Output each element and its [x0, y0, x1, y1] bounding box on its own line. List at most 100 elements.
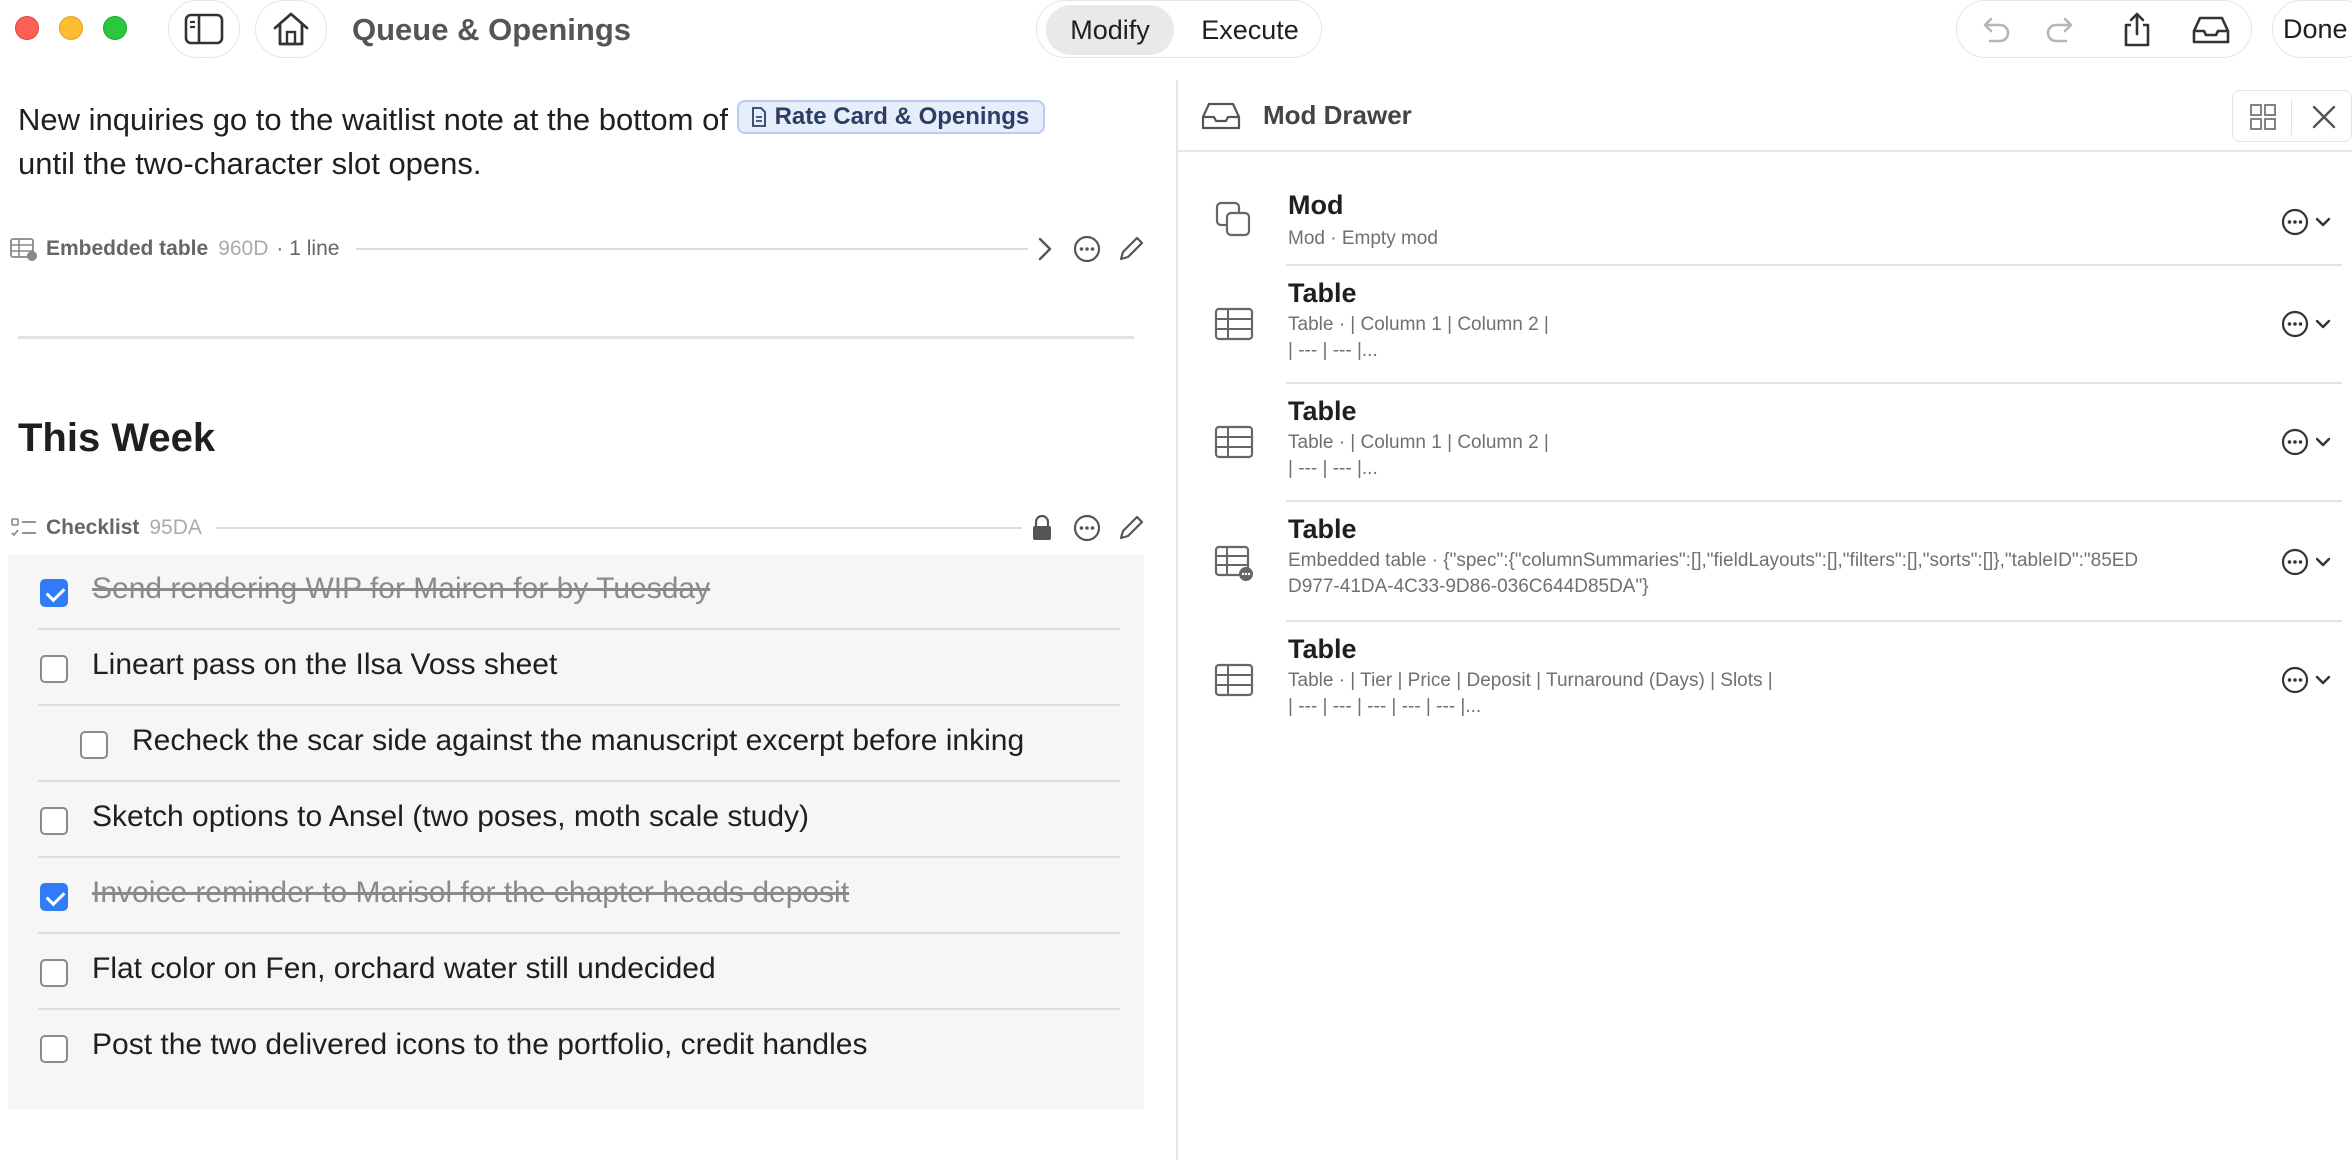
checklist-item: Recheck the scar side against the manusc…	[8, 706, 1144, 782]
drawer-item-menu-button[interactable]	[2280, 662, 2340, 698]
drawer-item-menu-button[interactable]	[2280, 544, 2340, 580]
lock-icon[interactable]	[1030, 513, 1054, 543]
checklist-item: Flat color on Fen, orchard water still u…	[8, 934, 1144, 1010]
tab-execute[interactable]: Execute	[1186, 5, 1314, 55]
undo-button[interactable]	[1973, 10, 2013, 50]
table-icon	[1214, 425, 1254, 459]
drawer-item-name: Mod	[1288, 190, 1344, 220]
drawer-item-desc: Table · | Tier | Price | Deposit | Turna…	[1288, 670, 1773, 717]
note-link-rate-card[interactable]: Rate Card & Openings	[736, 100, 1046, 134]
checklist-block-header: Checklist 95DA	[10, 510, 1160, 546]
tray-icon	[1201, 102, 1241, 130]
home-button[interactable]	[255, 0, 327, 58]
inbox-tray-button[interactable]	[2191, 10, 2231, 50]
drawer-item-menu-button[interactable]	[2280, 424, 2340, 460]
drawer-item-embedded-table[interactable]: Table Embedded table · {"spec":{"columnS…	[1178, 502, 2352, 622]
sidebar-toggle-button[interactable]	[168, 0, 240, 58]
checklist-item-text[interactable]: Flat color on Fen, orchard water still u…	[92, 952, 716, 986]
checklist-item-text[interactable]: Post the two delivered icons to the port…	[92, 1028, 867, 1062]
drawer-item-name: Table	[1288, 396, 1357, 426]
drawer-item-desc: Table · | Column 1 | Column 2 | | --- | …	[1288, 432, 1549, 479]
tab-modify[interactable]: Modify	[1046, 5, 1174, 55]
redo-button[interactable]	[2043, 10, 2083, 50]
checkbox[interactable]	[40, 959, 68, 987]
copy-icon	[1215, 201, 1251, 237]
table-icon	[1214, 307, 1254, 341]
checklist-item: Sketch options to Ansel (two poses, moth…	[8, 782, 1144, 858]
drawer-item-table[interactable]: Table Table · | Column 1 | Column 2 | | …	[1178, 384, 2352, 502]
sidebar-icon	[184, 13, 224, 45]
title-bar: Queue & Openings Modify Execute Done	[0, 0, 2352, 58]
share-icon	[2124, 12, 2150, 47]
drawer-header-buttons	[2232, 90, 2352, 142]
share-button[interactable]	[2117, 10, 2157, 50]
chevron-right-icon[interactable]	[1034, 235, 1056, 263]
checkbox[interactable]	[80, 731, 108, 759]
ellipsis-circle-icon	[2281, 208, 2309, 236]
checklist-item: Invoice reminder to Marisol for the chap…	[8, 858, 1144, 934]
checklist-item-text[interactable]: Sketch options to Ansel (two poses, moth…	[92, 800, 809, 834]
mod-drawer: Mod Drawer Mod Mod · Empty mod Table Tab…	[1178, 80, 2352, 1160]
drawer-item-desc: Table · | Column 1 | Column 2 | | --- | …	[1288, 314, 1549, 361]
drawer-item-mod[interactable]: Mod Mod · Empty mod	[1178, 180, 2352, 266]
drawer-item-table[interactable]: Table Table · | Tier | Price | Deposit |…	[1178, 622, 2352, 740]
redo-icon	[2046, 17, 2073, 43]
grid-icon[interactable]	[2249, 103, 2277, 131]
ellipsis-circle-icon	[2281, 548, 2309, 576]
document-icon	[751, 107, 766, 127]
checklist-item-text[interactable]: Recheck the scar side against the manusc…	[132, 724, 1024, 758]
section-heading: This Week	[18, 416, 216, 460]
note-link-label: Rate Card & Openings	[774, 103, 1030, 130]
block-rule	[216, 527, 1022, 529]
checkbox[interactable]	[40, 807, 68, 835]
close-window-button[interactable]	[15, 16, 39, 40]
block-id: 95DA	[149, 516, 202, 539]
home-icon	[273, 12, 309, 46]
checklist: Send rendering WIP for Mairen for by Tue…	[8, 554, 1144, 1110]
block-meta: · 1 line	[276, 237, 340, 260]
ellipsis-circle-icon	[2281, 428, 2309, 456]
checklist-item-text[interactable]: Send rendering WIP for Mairen for by Tue…	[92, 572, 710, 606]
minimize-window-button[interactable]	[59, 16, 83, 40]
window-title: Queue & Openings	[352, 12, 632, 47]
chevron-down-icon	[2315, 675, 2331, 685]
embedded-table-icon	[1214, 545, 1253, 581]
undo-icon	[1983, 17, 2010, 43]
checklist-item-text[interactable]: Lineart pass on the Ilsa Voss sheet	[92, 648, 557, 682]
zoom-window-button[interactable]	[103, 16, 127, 40]
embedded-table-block-header: Embedded table 960D · 1 line	[10, 231, 1160, 267]
checkbox[interactable]	[40, 1035, 68, 1063]
drawer-title: Mod Drawer	[1263, 100, 1412, 130]
chevron-down-icon	[2315, 217, 2331, 227]
note-paragraph: New inquiries go to the waitlist note at…	[18, 98, 1158, 186]
toolbar-actions	[1956, 0, 2252, 58]
drawer-item-name: Table	[1288, 514, 1357, 544]
drawer-item-desc: Embedded table · {"spec":{"columnSummari…	[1288, 550, 2139, 597]
table-icon	[1214, 663, 1254, 697]
checklist-icon	[11, 518, 36, 537]
checkbox[interactable]	[40, 655, 68, 683]
ellipsis-circle-icon[interactable]	[1072, 234, 1102, 264]
checklist-item: Post the two delivered icons to the port…	[8, 1010, 1144, 1086]
drawer-item-menu-button[interactable]	[2280, 204, 2340, 240]
chevron-down-icon	[2315, 437, 2331, 447]
chevron-down-icon	[2315, 557, 2331, 567]
button-separator	[2291, 99, 2292, 135]
embedded-table-icon	[10, 238, 37, 261]
block-type-label: Checklist	[46, 516, 140, 539]
drawer-item-menu-button[interactable]	[2280, 306, 2340, 342]
pencil-icon[interactable]	[1116, 234, 1146, 264]
done-button[interactable]: Done	[2272, 0, 2352, 58]
ellipsis-circle-icon	[2281, 666, 2309, 694]
checkbox[interactable]	[40, 579, 68, 607]
close-icon[interactable]	[2311, 104, 2337, 130]
pencil-icon[interactable]	[1116, 513, 1146, 543]
checklist-item: Lineart pass on the Ilsa Voss sheet	[8, 630, 1144, 706]
ellipsis-circle-icon[interactable]	[1072, 513, 1102, 543]
drawer-item-table[interactable]: Table Table · | Column 1 | Column 2 | | …	[1178, 266, 2352, 384]
block-rule	[356, 248, 1028, 250]
checkbox[interactable]	[40, 883, 68, 911]
checklist-item-text[interactable]: Invoice reminder to Marisol for the chap…	[92, 876, 849, 910]
mode-segmented-control: Modify Execute	[1036, 0, 1322, 58]
block-id: 960D	[218, 237, 269, 260]
